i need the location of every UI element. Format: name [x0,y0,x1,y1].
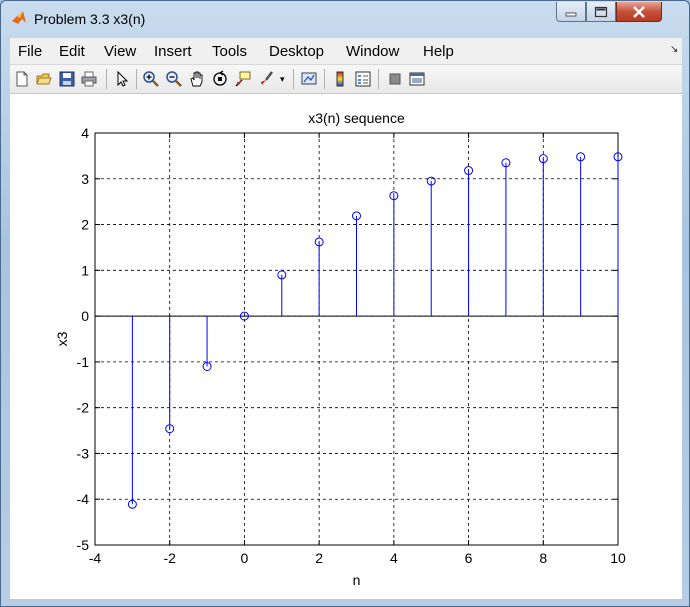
x-tick-label: 2 [315,550,323,566]
zoom-in-icon[interactable] [142,70,160,88]
y-tick-label: 0 [81,308,89,324]
legend-icon[interactable] [354,70,372,88]
rotate-3d-icon[interactable] [211,70,229,88]
y-tick-label: 4 [81,125,89,141]
y-tick-label: 1 [81,262,89,278]
matlab-logo-icon [12,11,26,24]
brush-icon[interactable] [258,70,276,88]
menu-view[interactable]: View [104,43,136,60]
x-tick-label: -2 [163,550,176,566]
toolbar-separator [106,69,107,89]
toolbar-separator [324,69,325,89]
minimize-button[interactable] [556,2,586,22]
window-title: Problem 3.3 x3(n) [34,11,146,27]
minimize-icon [565,12,577,16]
x-tick-label: 4 [390,550,398,566]
plot-area[interactable] [95,133,618,545]
maximize-icon [594,6,608,17]
select-arrow-icon[interactable] [113,70,131,88]
y-tick-label: -5 [77,537,90,553]
x-axis-label: n [353,572,361,588]
y-tick-label: 3 [81,171,89,187]
x-tick-label: 8 [539,550,547,566]
figure-window: Problem 3.3 x3(n) File Edit View Insert … [0,0,690,607]
print-icon[interactable] [80,70,98,88]
menu-insert[interactable]: Insert [154,43,192,60]
stem-plot[interactable]: -4 -2 0 2 4 6 8 10-5-4-3-2-101234x3(n) sequence… [10,94,682,599]
toolbar-separator [293,69,294,89]
menu-window[interactable]: Window [346,43,399,60]
y-tick-label: -3 [77,445,90,461]
new-figure-icon[interactable] [13,70,31,88]
save-icon[interactable] [58,70,76,88]
toolbar-separator [378,69,379,89]
close-icon [633,5,645,18]
menu-edit[interactable]: Edit [59,43,85,60]
pan-hand-icon[interactable] [188,70,206,88]
colorbar-icon[interactable] [331,70,349,88]
title-bar[interactable]: Problem 3.3 x3(n) [1,1,689,35]
menu-file[interactable]: File [18,43,42,60]
show-plot-tools-icon[interactable] [408,70,426,88]
figure-canvas[interactable]: -4 -2 0 2 4 6 8 10 -5 -4 -3 -2 -1 0 1 2 3 4 x3(n) sequence… [10,94,682,599]
x-tick-label: 10 [610,550,626,566]
x-tick-label: -4 [89,550,102,566]
maximize-button[interactable] [586,2,616,22]
chart-title: x3(n) sequence [308,110,405,126]
x-tick-label: 0 [241,550,249,566]
x-tick-label: 6 [465,550,473,566]
zoom-out-icon[interactable] [165,70,183,88]
menu-bar: File Edit View Insert Tools Desktop Wind… [10,38,682,65]
menu-desktop[interactable]: Desktop [269,43,324,60]
close-button[interactable] [616,2,662,22]
toolbar-separator [136,69,137,89]
data-cursor-icon[interactable] [234,70,252,88]
menu-overflow-icon[interactable]: ↘ [670,44,678,55]
open-file-icon[interactable] [35,70,53,88]
brush-dropdown-icon[interactable]: ▾ [280,74,285,85]
y-tick-label: -4 [77,491,90,507]
y-tick-label: -1 [77,354,90,370]
menu-tools[interactable]: Tools [212,43,247,60]
y-tick-label: -2 [77,400,90,416]
menu-help[interactable]: Help [423,43,454,60]
figure-toolbar: ▾ [10,65,682,94]
y-tick-label: 2 [81,217,89,233]
hide-plot-tools-icon[interactable] [386,70,404,88]
y-axis-label: x3 [54,331,70,346]
link-plot-icon[interactable] [300,70,318,88]
